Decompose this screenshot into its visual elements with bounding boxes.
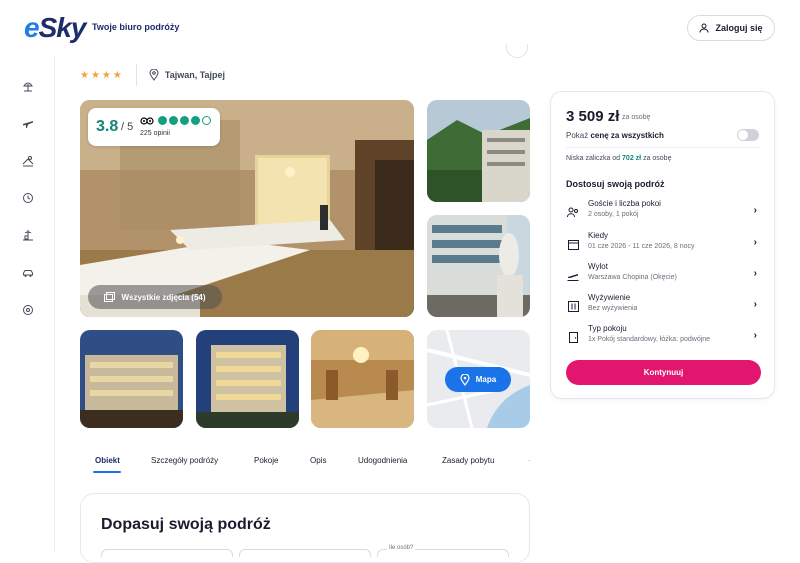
room-icon [566,330,580,344]
hotel-title-clipped [200,40,310,54]
rating-bubble-full [158,116,167,125]
top-bar: eSky Twoje biuro podróży Zaloguj się [0,0,800,56]
map-button[interactable]: Mapa [445,367,511,392]
option-value: 1x Pokój standardowy, łóżka: podwójne [588,336,711,343]
chevron-right-icon: › [753,237,757,248]
rating-bubble-full [180,116,189,125]
tab-udogodnienia[interactable]: Udogodnienia [358,456,407,465]
option-value: 01 cze 2026 - 11 cze 2026, 8 nocy [588,243,695,250]
exterior-illustration [427,100,530,202]
chevron-right-icon: › [753,299,757,310]
hotel-exterior-photo-1[interactable] [427,100,530,202]
tab-pokoje[interactable]: Pokoje [254,456,278,465]
tripadvisor-owl-icon [140,116,154,127]
rating-bubbles [158,116,211,125]
price: 3 509 zł [566,108,620,125]
guests-icon [566,205,580,219]
map-pin-icon [460,373,470,386]
continue-button[interactable]: Kontynuuj [566,360,761,385]
hotel-exterior-photo-2[interactable] [427,215,530,317]
customize-trip-title: Dostosuj swoją podróż [566,179,665,189]
rating-scale: / 5 [121,121,134,133]
total-price-toggle[interactable] [737,129,759,141]
car-icon[interactable] [20,265,36,281]
night-exterior-illustration-2 [196,330,299,428]
rating-card[interactable]: 3.8 / 5 225 opinii [88,108,220,146]
option-room-type[interactable]: Typ pokoju 1x Pokój standardowy, łóżka: … [566,324,761,352]
active-tab-indicator [93,471,121,473]
review-count: 225 opinii [140,130,170,137]
deposit-info: Niska zaliczka od 702 zł za osobę [566,155,672,162]
beach-umbrella-icon[interactable] [20,78,36,94]
hotel-lobby-photo[interactable] [311,330,414,428]
hotel-location-label: Tajwan, Tajpej [164,70,226,80]
option-label: Goście i liczba pokoi [588,199,661,208]
rating-bubble-full [191,116,200,125]
fit-field-1[interactable] [101,549,233,557]
calendar-icon [566,237,580,251]
map-label: Mapa [475,375,497,384]
divider [135,64,137,86]
fit-field-2[interactable] [239,549,371,557]
esky-logo[interactable]: eSky [24,12,86,44]
booking-card: 3 509 zł za osobę Pokaż cenę za wszystki… [550,91,775,399]
option-value: 2 osoby, 1 pokój [588,211,639,218]
option-meals[interactable]: Wyżywienie Bez wyżywienia › [566,293,761,321]
tagline: Twoje biuro podróży [92,22,180,32]
rating-score: 3.8 [96,118,119,135]
login-label: Zaloguj się [715,23,763,33]
exterior-statue-illustration [427,215,530,317]
night-exterior-illustration [80,330,183,428]
hotel-header: ★★★★ Tajwan, Tajpej [80,60,225,90]
login-button[interactable]: Zaloguj się [687,15,775,41]
hotel-night-photo-1[interactable] [80,330,183,428]
divider [566,147,761,148]
gallery-icon [104,292,116,302]
option-label: Kiedy [588,231,609,240]
chevron-right-icon: › [753,268,757,279]
guests-field-label: Ile osób? [387,545,416,551]
tab-zasady-pobytu[interactable]: Zasady pobytu [442,456,494,465]
tab-opis[interactable]: Opis [310,456,326,465]
section-tabs: Obiekt Szczegóły podróży Pokoje Opis Udo… [80,448,531,478]
rating-bubble-empty [202,116,211,125]
hotel-location[interactable]: Tajwan, Tajpej [149,69,225,81]
rating-bubble-full [169,116,178,125]
option-guests-rooms[interactable]: Goście i liczba pokoi 2 osoby, 1 pokój › [566,199,761,227]
option-label: Typ pokoju [588,324,627,333]
hotel-night-photo-2[interactable] [196,330,299,428]
show-total-price-text: Pokaż cenę za wszystkich [566,131,664,140]
hotel-stars: ★★★★ [80,69,124,81]
option-dates[interactable]: Kiedy 01 cze 2026 - 11 cze 2026, 8 nocy … [566,231,761,259]
meal-icon [566,299,580,313]
all-photos-button[interactable]: Wszystkie zdjęcia (54) [88,285,222,309]
lobby-illustration [311,330,414,428]
side-navigation [0,56,55,553]
settings-icon[interactable] [20,302,36,318]
fit-trip-title: Dopasuj swoją podróż [101,516,271,533]
flight-hotel-icon[interactable] [20,153,36,169]
option-label: Wylot [588,262,608,271]
location-pin-icon [149,69,159,81]
chevron-right-icon: › [753,205,757,216]
tab-szczegoly-podrozy[interactable]: Szczegóły podróży [151,456,218,465]
option-value: Bez wyżywienia [588,305,638,312]
plane-icon[interactable] [20,115,36,131]
all-photos-label: Wszystkie zdjęcia (54) [121,292,206,302]
last-minute-clock-icon[interactable] [20,190,36,206]
price-per-person: za osobę [622,114,651,121]
chevron-right-icon: › [753,330,757,341]
option-label: Wyżywienie [588,293,631,302]
tab-obiekt[interactable]: Obiekt [95,456,120,465]
resort-icon[interactable] [20,227,36,243]
option-departure[interactable]: Wylot Warszawa Chopina (Okęcie) › [566,262,761,290]
option-value: Warszawa Chopina (Okęcie) [588,274,677,281]
departure-icon [566,268,580,282]
favourite-button[interactable] [506,44,528,58]
user-icon [699,23,709,33]
tab-more-clipped[interactable]: · [528,456,531,465]
